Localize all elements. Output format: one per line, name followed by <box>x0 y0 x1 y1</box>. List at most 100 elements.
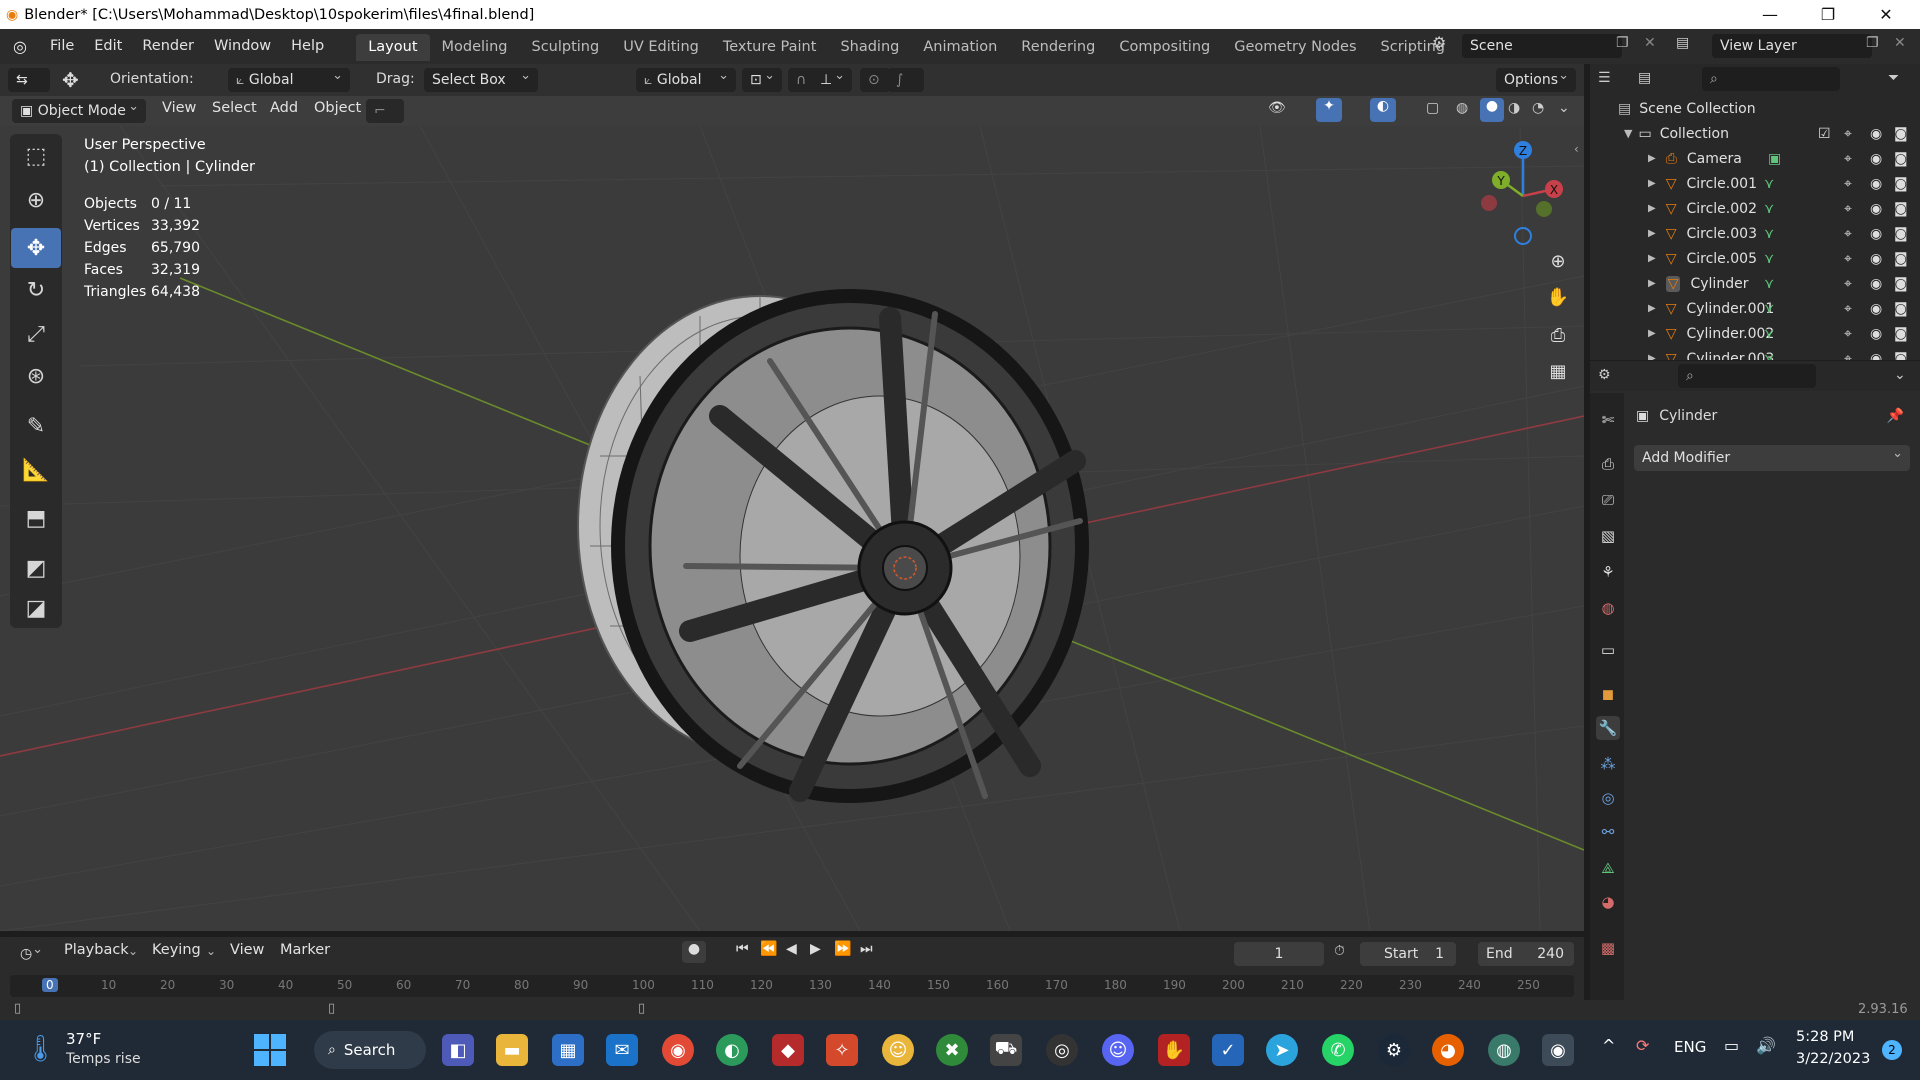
play-icon[interactable]: ▶ <box>810 941 821 957</box>
visibility-eye-icon[interactable]: ◉ <box>1870 351 1882 361</box>
tab-texture-paint[interactable]: Texture Paint <box>711 34 829 61</box>
viewport-menu-select[interactable]: Select <box>202 93 267 123</box>
visibility-eye-icon[interactable]: ◉ <box>1870 226 1882 242</box>
object-tab-icon[interactable]: ◼ <box>1596 682 1620 706</box>
gizmo-toggle-icon[interactable]: ✦ <box>1316 98 1342 122</box>
tool-tab-icon[interactable]: ✄ <box>1596 408 1620 432</box>
mesh-data-icon[interactable]: ⋎ <box>1764 276 1774 292</box>
mesh-data-icon[interactable]: ⋎ <box>1764 176 1774 192</box>
taskbar-spiral-app-icon[interactable]: ◎ <box>1046 1034 1078 1066</box>
visibility-eye-icon[interactable]: ◉ <box>1870 176 1882 192</box>
expand-item-icon[interactable]: ▶ <box>1648 353 1656 360</box>
expand-item-icon[interactable]: ▶ <box>1648 203 1656 214</box>
taskbar-app-meet-icon[interactable]: ◧ <box>442 1034 474 1066</box>
tab-modeling[interactable]: Modeling <box>430 34 520 61</box>
start-frame-field[interactable]: Start 1 <box>1360 942 1456 966</box>
taskbar-browser-icon[interactable]: ◍ <box>1488 1034 1520 1066</box>
select-toggle-icon[interactable]: ⌖ <box>1844 351 1852 361</box>
expand-item-icon[interactable]: ▶ <box>1648 278 1656 289</box>
expand-item-icon[interactable]: ▶ <box>1648 253 1656 264</box>
weather-desc[interactable]: Temps rise <box>66 1051 141 1067</box>
material-shading-icon[interactable]: ◑ <box>1508 100 1520 116</box>
prev-keyframe-icon[interactable]: ⏪ <box>760 941 777 957</box>
notification-badge[interactable]: 2 <box>1882 1040 1902 1060</box>
proportional-edit-toggle[interactable]: ⊙ <box>860 68 890 92</box>
select-toggle-icon[interactable]: ⌖ <box>1844 151 1852 167</box>
visibility-eye-icon[interactable]: ◉ <box>1870 326 1882 342</box>
shading-options-icon[interactable]: ⌄ <box>1558 100 1570 116</box>
visibility-eye-icon[interactable]: ◉ <box>1870 301 1882 317</box>
scene-tab-icon[interactable]: ⚘ <box>1596 560 1620 584</box>
mesh-data-icon[interactable]: ⋎ <box>1764 201 1774 217</box>
modifier-tab-icon[interactable]: 🔧 <box>1596 716 1620 740</box>
render-camera-icon[interactable]: ◙ <box>1894 201 1908 217</box>
timeline-playback-menu[interactable]: Playback <box>54 935 139 965</box>
tray-network-icon[interactable]: ▭ <box>1724 1036 1739 1055</box>
taskbar-bloody-icon[interactable]: ✋ <box>1158 1034 1190 1066</box>
scale-tool[interactable]: ⤢ <box>11 314 61 354</box>
camera-data-icon[interactable]: ▣ <box>1768 151 1781 167</box>
pin-icon[interactable]: 📌 <box>1887 408 1904 424</box>
tray-time[interactable]: 5:28 PM <box>1796 1029 1854 1045</box>
tab-shading[interactable]: Shading <box>828 34 911 61</box>
visibility-eye-icon[interactable]: ◉ <box>1870 276 1882 292</box>
view-layer-icon[interactable]: ▤ <box>1676 35 1689 51</box>
tab-animation[interactable]: Animation <box>911 34 1009 61</box>
render-camera-icon[interactable]: ◙ <box>1894 276 1908 292</box>
timeline-keying-menu[interactable]: Keying <box>142 935 211 965</box>
mesh-data-icon[interactable]: ⋎ <box>1764 326 1774 342</box>
next-keyframe-icon[interactable]: ⏩ <box>834 941 851 957</box>
measure-tool[interactable]: 📐 <box>11 450 61 490</box>
tab-sculpting[interactable]: Sculpting <box>519 34 611 61</box>
taskbar-whatsapp-icon[interactable]: ✆ <box>1322 1034 1354 1066</box>
transform-affect-dropdown[interactable]: ⌐ <box>366 99 404 123</box>
options-dropdown[interactable]: Options <box>1496 64 1576 92</box>
visibility-eye-icon[interactable]: ◉ <box>1870 201 1882 217</box>
new-view-layer-icon[interactable]: ❐ <box>1866 35 1879 51</box>
tray-chevron-icon[interactable]: ^ <box>1602 1036 1615 1055</box>
annotate-tool[interactable]: ✎ <box>11 406 61 446</box>
collection-tab-icon[interactable]: ▭ <box>1596 638 1620 662</box>
outliner-item[interactable]: ▶ ▽ Cylinder.001 ⋎ ⌖ ◉ ◙ <box>1590 296 1920 321</box>
render-camera-icon[interactable]: ◙ <box>1894 176 1908 192</box>
taskbar-firefox-icon[interactable]: ◕ <box>1432 1034 1464 1066</box>
render-camera-icon[interactable]: ◙ <box>1894 301 1908 317</box>
drag-dropdown[interactable]: Select Box <box>424 64 538 92</box>
outliner-item[interactable]: ▶ ▽ Cylinder.002 ⋎ ⌖ ◉ ◙ <box>1590 321 1920 346</box>
render-camera-icon[interactable]: ◙ <box>1894 351 1908 361</box>
viewport-menu-view[interactable]: View <box>152 93 206 123</box>
remove-view-layer-icon[interactable]: ✕ <box>1894 35 1906 51</box>
material-tab-icon[interactable]: ◕ <box>1596 890 1620 914</box>
outliner-item[interactable]: ▶ ▽ Circle.001 ⋎ ⌖ ◉ ◙ <box>1590 171 1920 196</box>
select-toggle-icon[interactable]: ⌖ <box>1844 226 1852 242</box>
render-camera-icon[interactable]: ◙ <box>1894 251 1908 267</box>
cursor-tool[interactable]: ⊕ <box>11 180 61 220</box>
tab-layout[interactable]: Layout <box>356 34 430 61</box>
outliner-item[interactable]: ▶ ⎙ Camera ▣ ⌖ ◉ ◙ <box>1590 146 1920 171</box>
stopwatch-icon[interactable]: ⏱ <box>1334 943 1345 959</box>
close-button[interactable]: ✕ <box>1857 0 1915 29</box>
menu-render[interactable]: Render <box>132 29 204 64</box>
tray-date[interactable]: 3/22/2023 <box>1796 1051 1870 1067</box>
taskbar-steam-icon[interactable]: ⚙ <box>1378 1034 1410 1066</box>
outliner-item[interactable]: ▶ ▽ Cylinder ⋎ ⌖ ◉ ◙ <box>1590 271 1920 296</box>
sidebar-toggle-icon[interactable]: ‹ <box>1574 142 1579 156</box>
current-frame-field[interactable]: 1 <box>1234 942 1324 966</box>
taskbar-mail-icon[interactable]: ✉ <box>606 1034 638 1066</box>
outliner-item[interactable]: ▶ ▽ Cylinder.003 ⋎ ⌖ ◉ ◙ <box>1590 346 1920 361</box>
tab-geometry-nodes[interactable]: Geometry Nodes <box>1222 34 1368 61</box>
properties-options-icon[interactable]: ⌄ <box>1894 367 1906 383</box>
taskbar-telegram-icon[interactable]: ➤ <box>1266 1034 1298 1066</box>
snap-target-dropdown[interactable]: ⊥ <box>812 64 852 92</box>
world-tab-icon[interactable]: ◍ <box>1596 596 1620 620</box>
editor-type-dropdown[interactable]: ⇆ <box>8 68 50 92</box>
start-button[interactable] <box>254 1034 286 1066</box>
menu-edit[interactable]: Edit <box>84 29 132 64</box>
menu-file[interactable]: File <box>40 29 84 64</box>
taskbar-emoji-app-icon[interactable]: ☺ <box>882 1034 914 1066</box>
gizmo-neg-y[interactable] <box>1536 201 1552 217</box>
taskbar-edge-icon[interactable]: ◐ <box>716 1034 748 1066</box>
overlay-toggle-icon[interactable]: ◐ <box>1370 98 1396 122</box>
rotate-tool[interactable]: ↻ <box>11 270 61 310</box>
orientation-dropdown[interactable]: ⟀ Global <box>228 64 350 92</box>
